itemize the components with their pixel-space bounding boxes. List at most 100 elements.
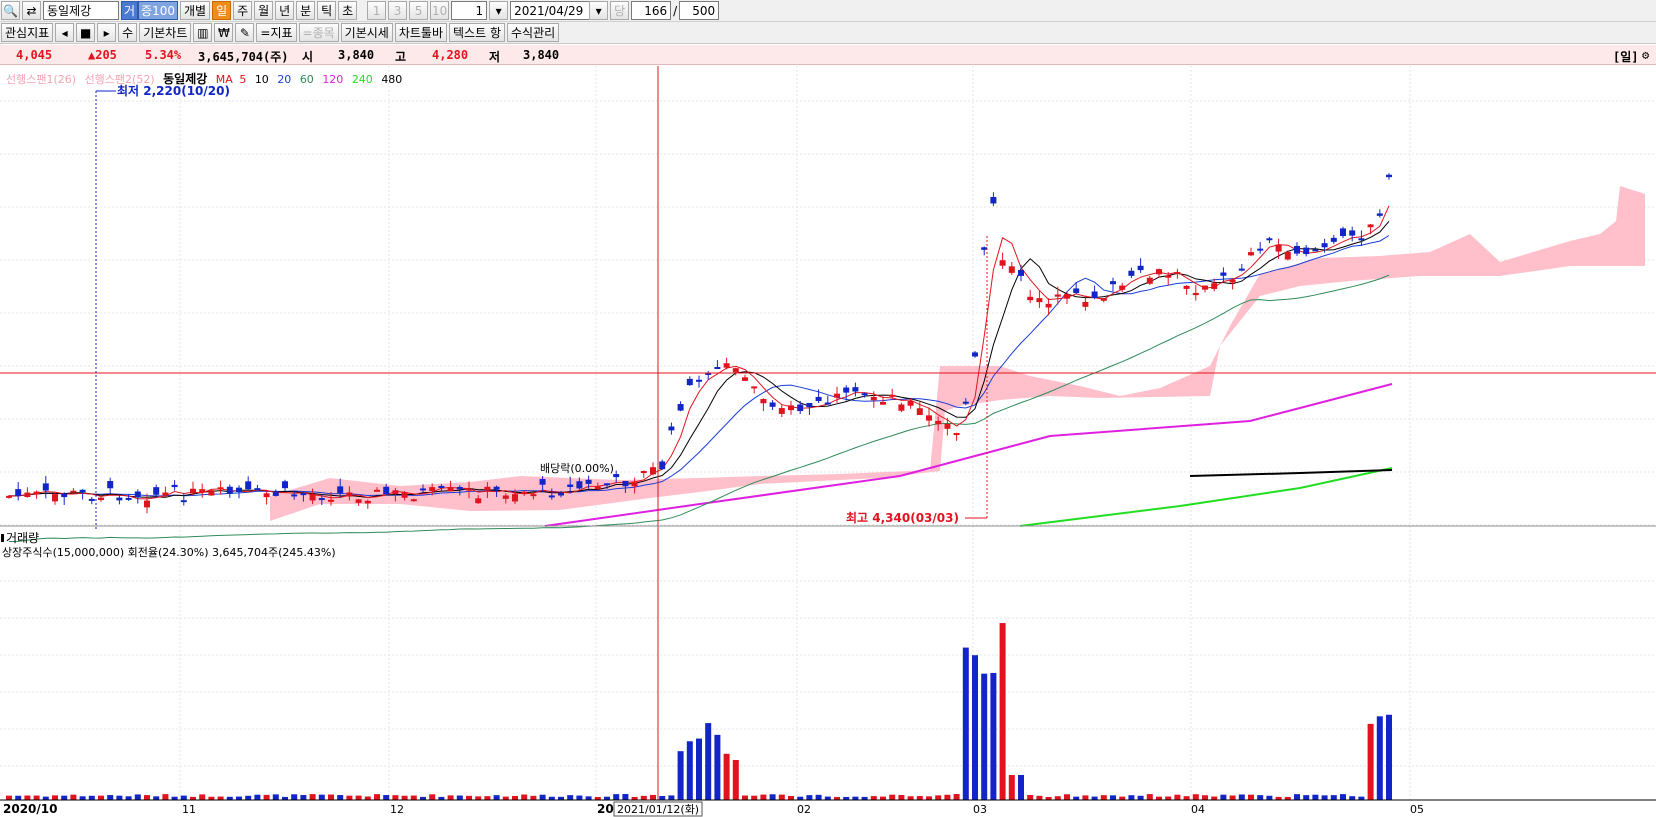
candle-body — [98, 497, 104, 501]
candle-body — [972, 352, 978, 357]
volume-bar — [1330, 795, 1337, 800]
volume-bar — [383, 795, 390, 800]
settings-icon[interactable]: ⚙ — [1642, 48, 1649, 62]
volume-title: 거래량 — [6, 531, 39, 545]
stock-compare-button[interactable]: =종목 — [298, 23, 339, 42]
volume-bar — [1202, 795, 1208, 800]
candle-body — [1054, 294, 1061, 297]
candle-body — [797, 404, 804, 412]
volume-bar — [815, 794, 822, 800]
volume-bar — [392, 795, 399, 800]
date-input[interactable]: 2021/04/29 — [510, 1, 591, 20]
candle-body — [539, 478, 546, 485]
volume-bar — [1027, 795, 1034, 800]
candle-body — [236, 487, 242, 492]
period-minute-button[interactable]: 분 — [296, 1, 316, 20]
volume-bar — [272, 794, 279, 800]
interval-dropdown-icon[interactable]: ▾ — [489, 1, 509, 20]
volume-bar — [1119, 796, 1126, 800]
period-second-button[interactable]: 초 — [338, 1, 358, 20]
period-year-button[interactable]: 년 — [275, 1, 295, 20]
candle-body — [447, 487, 454, 492]
candle-body — [33, 491, 40, 495]
volume-bar — [328, 794, 334, 800]
volume-bar — [521, 794, 528, 800]
interval-1-button[interactable]: 1 — [367, 1, 387, 20]
period-tag: [일] — [1613, 50, 1639, 64]
prev-icon[interactable]: ◂ — [55, 23, 75, 42]
volume-bar — [1367, 723, 1374, 800]
interval-10-button[interactable]: 10 — [430, 1, 450, 20]
text-item-button[interactable]: 텍스트 항 — [449, 23, 505, 42]
candle-body — [622, 480, 629, 487]
interval-5-button[interactable]: 5 — [409, 1, 429, 20]
x-label-04: 04 — [1191, 803, 1205, 816]
individual-button[interactable]: 개별 — [180, 1, 211, 20]
candle-body — [1036, 298, 1043, 303]
candle-body — [1211, 283, 1218, 289]
count-separator: / — [673, 3, 678, 18]
tag-ge[interactable]: 거 — [121, 1, 139, 20]
su-button[interactable]: 수 — [118, 23, 138, 42]
indicator-button[interactable]: =지표 — [256, 23, 297, 42]
basic-quote-button[interactable]: 기본시세 — [340, 23, 393, 42]
next-icon[interactable]: ▸ — [97, 23, 117, 42]
refresh-icon[interactable]: ⇄ — [22, 1, 41, 20]
period-week-button[interactable]: 주 — [233, 1, 253, 20]
candle-body — [861, 393, 868, 396]
period-tick-button[interactable]: 틱 — [317, 1, 337, 20]
volume-bar — [981, 673, 988, 800]
volume-bar — [650, 794, 656, 800]
volume-bar — [364, 796, 371, 800]
won-button[interactable]: ₩ — [214, 23, 234, 42]
chart-type-icon[interactable]: ▥ — [193, 23, 213, 42]
total-input[interactable]: 500 — [679, 1, 720, 20]
dang-button[interactable]: 당 — [610, 1, 630, 20]
volume-bar — [1340, 794, 1346, 800]
candle-body — [916, 408, 923, 416]
period-month-button[interactable]: 월 — [254, 1, 274, 20]
volume-bar — [180, 795, 187, 800]
stop-icon[interactable]: ■ — [76, 23, 96, 42]
formula-manage-button[interactable]: 수식관리 — [507, 23, 560, 42]
candle-body — [61, 493, 68, 498]
interval-3-button[interactable]: 3 — [388, 1, 408, 20]
volume-bar — [1018, 775, 1024, 800]
volume-bar — [742, 795, 748, 800]
candle-body — [107, 481, 114, 489]
volume-bar — [880, 796, 886, 800]
price-change: ▲205 — [88, 48, 117, 62]
stock-name-input[interactable]: 동일제강 — [43, 1, 119, 20]
tool-icon[interactable]: ✎ — [235, 23, 255, 42]
count-input[interactable]: 166 — [631, 1, 672, 20]
chart-toolbar: 관심지표 ◂ ■ ▸ 수 기본차트 ▥ ₩ ✎ =지표 =종목 기본시세 차트툴… — [0, 22, 1656, 44]
search-icon[interactable]: 🔍 — [1, 1, 20, 20]
tag-jeung[interactable]: 증100 — [138, 1, 178, 20]
candle-body — [392, 490, 399, 495]
volume-bar — [162, 794, 169, 800]
price-chart[interactable]: 최저 2,220(10/20) 최고 4,340(03/03) 배당락(0.00… — [0, 66, 1656, 817]
period-day-button[interactable]: 일 — [212, 1, 232, 20]
volume-bar — [493, 795, 500, 800]
chart-toolbar-button[interactable]: 차트툴바 — [394, 23, 448, 42]
volume-bar — [318, 794, 325, 800]
candle-body — [42, 483, 49, 491]
date-dropdown-icon[interactable]: ▾ — [589, 1, 609, 20]
price-chart-area[interactable]: 최저 2,220(10/20) 최고 4,340(03/03) 배당락(0.00… — [0, 66, 1656, 817]
candle-body — [1321, 243, 1328, 248]
interval-input[interactable]: 1 — [451, 1, 488, 20]
interest-indicator-button[interactable]: 관심지표 — [1, 23, 54, 42]
volume-bar — [79, 796, 86, 800]
basic-chart-button[interactable]: 기본차트 — [139, 23, 192, 42]
volume-bar — [33, 795, 40, 800]
candle-body — [1294, 245, 1300, 254]
candle-body — [953, 433, 960, 436]
candle-body — [778, 408, 785, 414]
x-label-05: 05 — [1410, 803, 1424, 816]
candle-body — [530, 494, 537, 497]
x-label-03: 03 — [973, 803, 987, 816]
candle-body — [1091, 291, 1098, 298]
volume-bar — [337, 795, 344, 800]
volume-bar — [677, 751, 684, 800]
candle-body — [760, 399, 767, 404]
